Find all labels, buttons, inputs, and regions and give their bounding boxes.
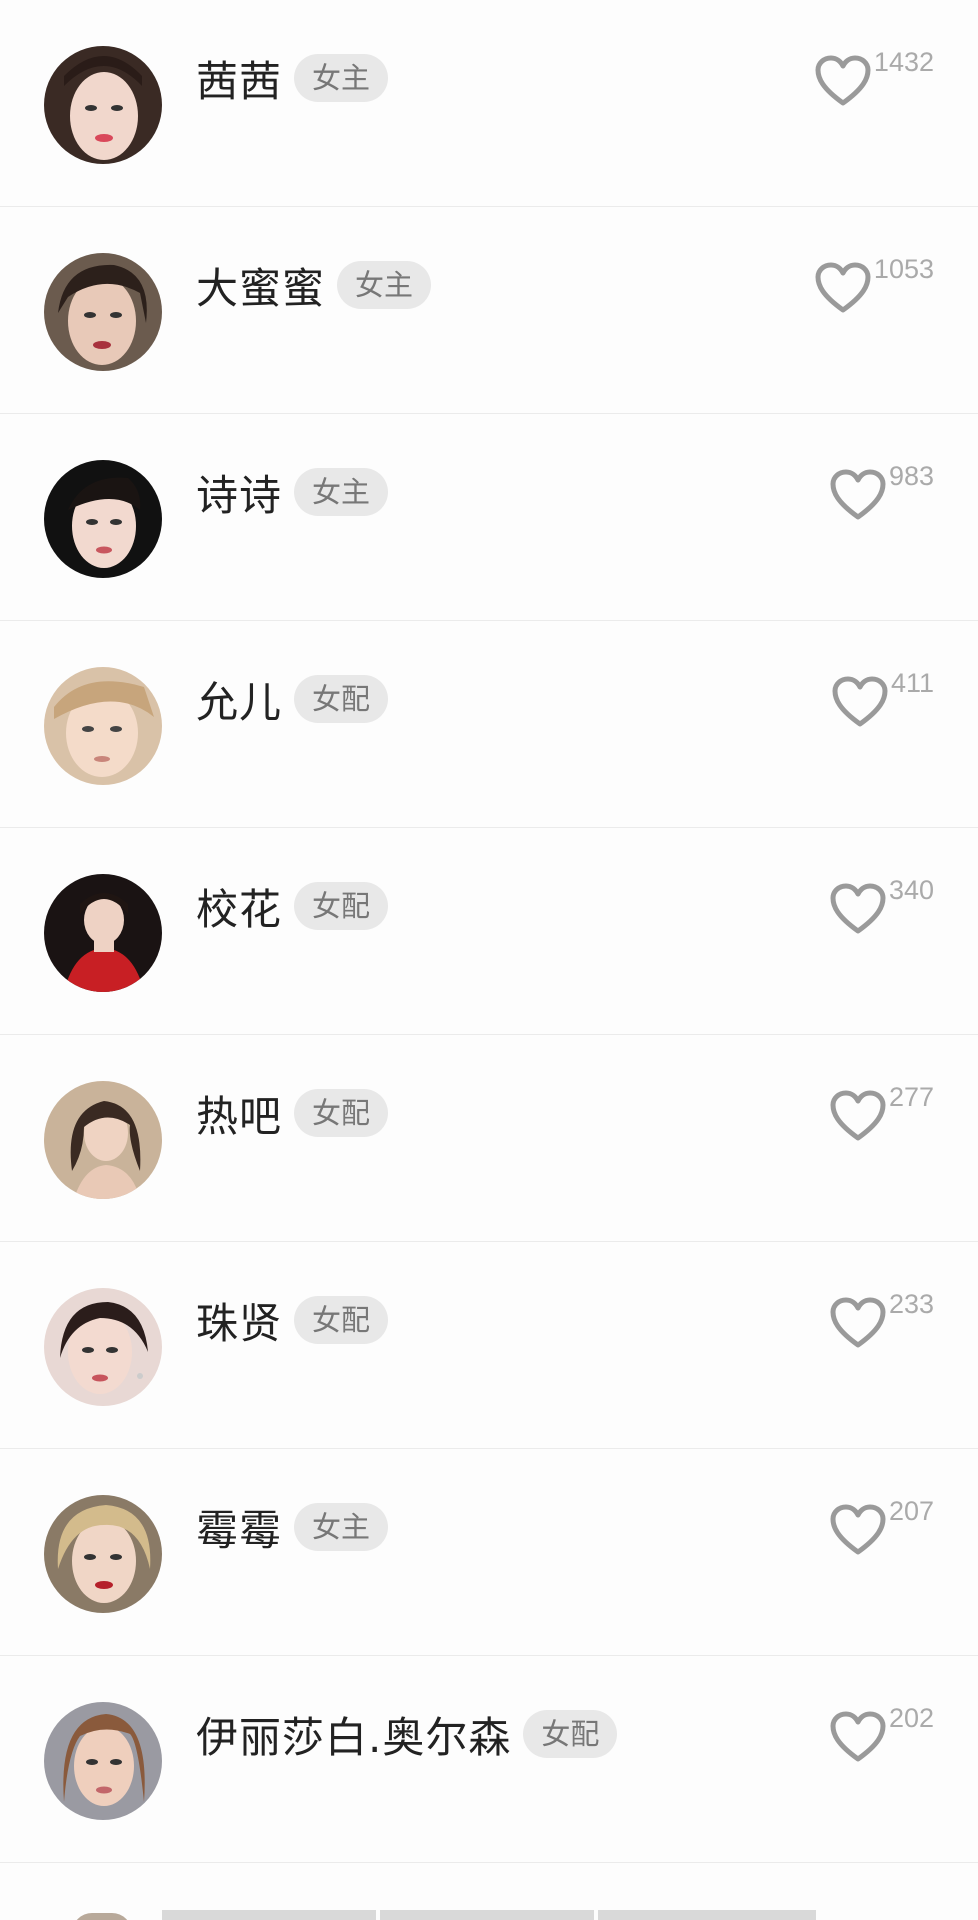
like-button[interactable]: 1432 [814,48,934,108]
like-button[interactable]: 983 [829,462,934,522]
heart-outline-icon[interactable] [829,1296,887,1350]
character-list: 茜茜 女主 1432 大蜜蜜 女主 1053 诗诗 女主 983 允儿 女配 4… [0,0,978,1863]
character-name: 霉霉 [196,1505,283,1555]
role-tag: 女配 [294,882,389,930]
like-count: 207 [888,1496,934,1526]
avatar[interactable] [44,1702,162,1820]
like-button[interactable]: 233 [829,1290,934,1350]
scroll-segment [380,1910,594,1920]
role-tag: 女配 [523,1710,618,1758]
scroll-segment [598,1910,816,1920]
like-count: 233 [888,1289,934,1319]
heart-outline-icon[interactable] [829,882,887,936]
list-item[interactable]: 允儿 女配 411 [0,621,978,828]
heart-outline-icon[interactable] [829,468,887,522]
avatar[interactable] [44,667,162,785]
character-name: 伊丽莎白.奥尔森 [196,1712,512,1762]
character-name: 热吧 [196,1091,283,1141]
role-tag: 女主 [294,1503,389,1551]
character-name: 珠贤 [196,1298,283,1348]
like-count: 340 [888,875,934,905]
avatar[interactable] [44,253,162,371]
avatar[interactable] [44,46,162,164]
role-tag: 女配 [294,1296,389,1344]
list-item[interactable]: 大蜜蜜 女主 1053 [0,207,978,414]
list-item-partial[interactable] [0,1863,978,1920]
list-item[interactable]: 伊丽莎白.奥尔森 女配 202 [0,1656,978,1863]
role-tag: 女主 [294,54,389,102]
character-name: 茜茜 [196,56,283,106]
list-item[interactable]: 茜茜 女主 1432 [0,0,978,207]
avatar[interactable] [44,874,162,992]
heart-outline-icon[interactable] [814,54,872,108]
like-button[interactable]: 340 [829,876,934,936]
like-button[interactable]: 277 [829,1083,934,1143]
like-button[interactable]: 202 [829,1704,934,1764]
role-tag: 女主 [337,261,432,309]
like-button[interactable]: 411 [831,669,934,729]
character-name: 大蜜蜜 [196,263,326,313]
avatar[interactable] [44,1495,162,1613]
avatar[interactable] [44,1081,162,1199]
avatar[interactable] [44,460,162,578]
like-count: 1053 [873,254,934,284]
list-item[interactable]: 霉霉 女主 207 [0,1449,978,1656]
list-item[interactable]: 热吧 女配 277 [0,1035,978,1242]
heart-outline-icon[interactable] [814,261,872,315]
heart-outline-icon[interactable] [829,1710,887,1764]
like-count: 411 [890,668,934,698]
like-count: 1432 [873,47,934,77]
like-count: 277 [888,1082,934,1112]
heart-outline-icon[interactable] [829,1503,887,1557]
character-name: 允儿 [196,677,283,727]
heart-outline-icon[interactable] [829,1089,887,1143]
character-name: 校花 [196,884,283,934]
heart-outline-icon[interactable] [831,675,889,729]
like-count: 202 [888,1703,934,1733]
list-item[interactable]: 校花 女配 340 [0,828,978,1035]
like-count: 983 [888,461,934,491]
like-button[interactable]: 1053 [814,255,934,315]
list-item[interactable]: 珠贤 女配 233 [0,1242,978,1449]
list-item[interactable]: 诗诗 女主 983 [0,414,978,621]
character-name: 诗诗 [196,470,283,520]
avatar[interactable] [44,1288,162,1406]
like-button[interactable]: 207 [829,1497,934,1557]
role-tag: 女配 [294,1089,389,1137]
avatar [72,1913,132,1920]
role-tag: 女主 [294,468,389,516]
scroll-segment [162,1910,376,1920]
role-tag: 女配 [294,675,389,723]
